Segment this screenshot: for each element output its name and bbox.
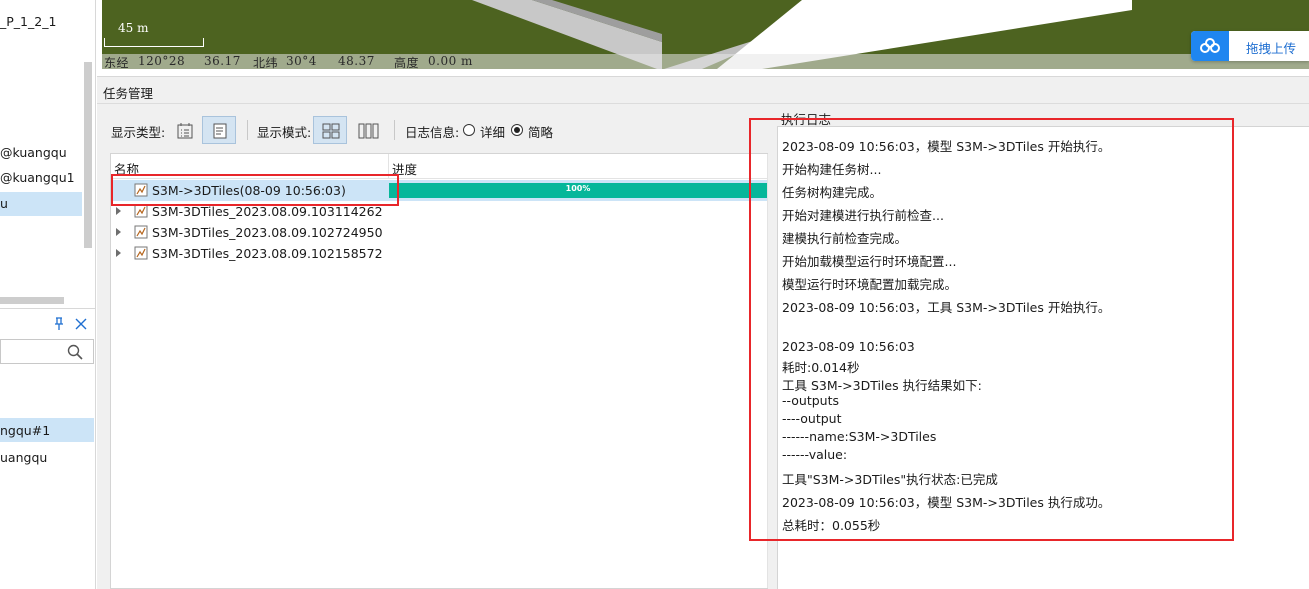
dock-header <box>0 311 95 337</box>
grid-icon <box>322 123 340 139</box>
progress-bar: 100% <box>389 183 767 198</box>
task-grid: 名称 进度 S3M->3DTiles(08-09 10:56:03) 100% … <box>110 153 768 589</box>
task-panel-title: 任务管理 <box>103 86 154 101</box>
lon-seconds: 36.17 <box>204 54 241 68</box>
tree-item-selected-bg <box>0 192 82 216</box>
layer-item-selected[interactable]: ngqu#1 <box>0 423 50 438</box>
toolbar-separator <box>394 120 395 140</box>
tree-item[interactable]: _P_1_2_1 <box>0 14 56 29</box>
upload-label: 拖拽上传 <box>1246 41 1297 56</box>
lat-seconds: 48.37 <box>338 54 375 68</box>
task-row[interactable]: S3M-3DTiles_2023.08.09.102158572 <box>111 243 767 264</box>
radio-brief[interactable] <box>511 124 523 136</box>
tree-item[interactable]: @kuangqu <box>0 145 67 160</box>
left-panel: _P_1_2_1 @kuangqu @kuangqu1 u ngqu#1 uan… <box>0 0 96 589</box>
model-icon <box>134 246 148 260</box>
lon-label: 东经 <box>104 56 130 69</box>
columns-icon <box>358 123 379 139</box>
map-status-bar: 东经 120°28 36.17 北纬 30°4 48.37 高度 0.00 m <box>102 54 1309 69</box>
highlight-box-log <box>749 118 1234 541</box>
log-info-label: 日志信息: <box>405 125 460 140</box>
display-type-label: 显示类型: <box>111 125 166 140</box>
expand-arrow-icon[interactable] <box>116 249 121 257</box>
layer-item[interactable]: uangqu <box>0 450 47 465</box>
divider <box>0 308 95 309</box>
pin-icon[interactable] <box>52 316 66 332</box>
lon-degrees: 120°28 <box>138 54 186 68</box>
lat-label: 北纬 <box>253 56 279 69</box>
upload-widget[interactable]: 拖拽上传 <box>1191 31 1309 61</box>
radio-detail-label[interactable]: 详细 <box>480 122 505 141</box>
search-icon[interactable] <box>67 344 83 360</box>
tree-item-selected[interactable]: u <box>0 196 8 211</box>
progress-text: 100% <box>565 184 591 193</box>
cloud-icon <box>1191 31 1229 61</box>
expand-arrow-icon[interactable] <box>116 228 121 236</box>
tree-item[interactable]: @kuangqu1 <box>0 170 75 185</box>
column-mode-button[interactable] <box>349 116 383 144</box>
scale-label: 45 m <box>118 21 149 35</box>
grid-mode-button[interactable] <box>313 116 347 144</box>
radio-brief-label[interactable]: 简略 <box>528 122 553 141</box>
horizontal-scrollbar[interactable] <box>0 297 64 304</box>
highlight-box-task <box>111 174 399 206</box>
map-view[interactable]: 45 m 东经 120°28 36.17 北纬 30°4 48.37 高度 0.… <box>102 0 1309 69</box>
task-name: S3M-3DTiles_2023.08.09.102724950 <box>152 225 383 240</box>
toolbar-separator <box>247 120 248 140</box>
task-row[interactable]: S3M-3DTiles_2023.08.09.102724950 <box>111 222 767 243</box>
display-mode-label: 显示模式: <box>257 125 312 140</box>
model-icon <box>134 204 148 218</box>
list-type-button[interactable] <box>167 116 201 144</box>
task-name: S3M-3DTiles_2023.08.09.103114262 <box>152 204 383 219</box>
search-input[interactable] <box>1 340 61 363</box>
document-icon <box>213 123 227 139</box>
app-window: _P_1_2_1 @kuangqu @kuangqu1 u ngqu#1 uan… <box>0 0 1309 589</box>
altitude-label: 高度 <box>394 56 420 69</box>
search-box <box>0 339 94 364</box>
task-name: S3M-3DTiles_2023.08.09.102158572 <box>152 246 383 261</box>
model-icon <box>134 225 148 239</box>
scale-bar <box>104 38 204 47</box>
lat-degrees: 30°4 <box>286 54 317 68</box>
altitude-value: 0.00 m <box>428 54 473 68</box>
column-header-progress[interactable]: 进度 <box>389 154 767 178</box>
close-icon[interactable] <box>74 316 88 332</box>
task-panel-header: 任务管理 <box>97 76 1309 104</box>
expand-arrow-icon[interactable] <box>116 207 121 215</box>
list-icon <box>177 123 193 139</box>
radio-detail[interactable] <box>463 124 475 136</box>
log-type-button[interactable] <box>202 116 236 144</box>
vertical-scrollbar[interactable] <box>84 62 92 248</box>
